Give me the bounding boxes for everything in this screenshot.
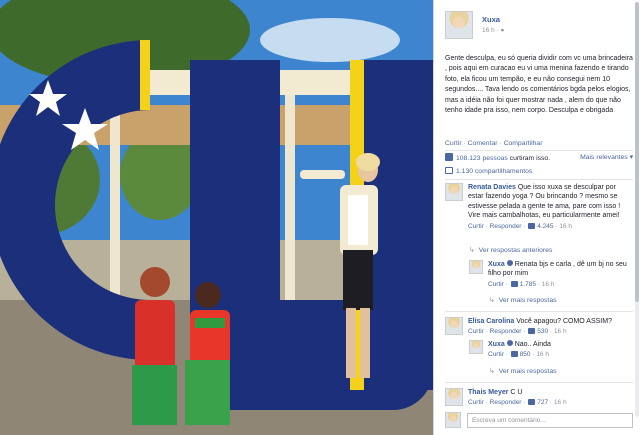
comment-like-link[interactable]: Curtir <box>468 399 484 406</box>
commenter-avatar[interactable] <box>445 183 463 201</box>
post-actions: Curtir · Comentar · Compartilhar <box>445 140 542 147</box>
relevance-dropdown[interactable]: Mais relevantes ▾ <box>580 153 633 161</box>
post-meta: 16 h · ● <box>482 27 505 34</box>
reply-likes[interactable]: 1.785 <box>520 281 536 288</box>
replier-name[interactable]: Xuxa <box>488 261 513 268</box>
comment-like-link[interactable]: Curtir <box>468 223 484 230</box>
comment-time[interactable]: 16 h <box>554 328 567 335</box>
comment-text: C U <box>510 389 523 396</box>
divider <box>445 150 633 151</box>
like-link[interactable]: Curtir <box>445 140 462 147</box>
thumbs-up-icon <box>510 351 518 358</box>
comment-input[interactable]: Escreva um comentário... <box>467 413 633 428</box>
thumbs-up-icon <box>528 222 536 229</box>
likes-row: 108.123 pessoas curtiram isso. Mais rele… <box>445 153 633 165</box>
more-replies-link[interactable]: Ver mais respostas <box>489 367 557 375</box>
commenter-name[interactable]: Elisa Carolina <box>468 318 514 325</box>
thumbs-up-icon <box>528 399 536 406</box>
comment-likes[interactable]: 4.245 <box>537 223 553 230</box>
commenter-name[interactable]: Thais Meyer <box>468 389 508 396</box>
more-replies-link[interactable]: Ver mais respostas <box>489 296 557 304</box>
comment-reply-link[interactable]: Responder <box>490 328 522 335</box>
comment-reply-link[interactable]: Responder <box>490 223 522 230</box>
post-header: Xuxa 16 h · ● <box>445 11 635 45</box>
shares-row: 1.130 compartilhamentos <box>445 167 532 175</box>
scrollbar[interactable] <box>635 2 639 417</box>
reply-footer: Curtir · 1.785 · 16 h <box>488 280 555 288</box>
thumbs-up-icon <box>445 153 453 161</box>
commenter-name[interactable]: Renata Davies <box>468 184 516 191</box>
author-name[interactable]: Xuxa <box>482 15 500 24</box>
photo-scene <box>0 0 433 435</box>
comment-composer: Escreva um comentário... <box>445 412 633 430</box>
previous-replies-link[interactable]: Ver respostas anteriores <box>469 246 553 254</box>
globe-icon: ● <box>500 27 505 34</box>
reply-time[interactable]: 16 h <box>542 281 555 288</box>
post-text: Gente desculpa, eu só queria dividir com… <box>445 55 633 115</box>
scrollbar-thumb[interactable] <box>635 2 639 302</box>
reply-text: Nao.. Ainda <box>514 341 551 348</box>
post-photo[interactable] <box>0 0 433 435</box>
comments-panel: Xuxa 16 h · ● Gente desculpa, eu só quer… <box>433 0 640 435</box>
reply-likes[interactable]: 850 <box>520 351 531 358</box>
comment-like-link[interactable]: Curtir <box>468 328 484 335</box>
comment-time[interactable]: 16 h <box>554 399 567 406</box>
comment-footer: Curtir · Responder · 530 · 16 h <box>468 328 567 336</box>
post-time[interactable]: 16 h <box>482 27 495 34</box>
reply-time[interactable]: 16 h <box>536 351 549 358</box>
reply-like-link[interactable]: Curtir <box>488 351 504 358</box>
commenter-avatar[interactable] <box>445 388 463 406</box>
replier-name[interactable]: Xuxa <box>488 341 513 348</box>
shares-count[interactable]: 1.130 compartilhamentos <box>456 168 532 175</box>
comment-footer: Curtir · Responder · 727 · 16 h <box>468 399 567 407</box>
comment-link[interactable]: Comentar <box>468 140 498 147</box>
reply-like-link[interactable]: Curtir <box>488 281 504 288</box>
share-link[interactable]: Compartilhar <box>504 140 543 147</box>
comment-reply-link[interactable]: Responder <box>490 399 522 406</box>
separator: · <box>499 140 502 147</box>
author-avatar[interactable] <box>445 11 473 39</box>
share-icon <box>445 167 453 174</box>
divider <box>445 179 633 180</box>
reply-footer: Curtir · 850 · 16 h <box>488 351 549 359</box>
replier-avatar[interactable] <box>469 260 483 274</box>
comment-likes[interactable]: 727 <box>537 399 548 406</box>
commenter-avatar[interactable] <box>445 317 463 335</box>
divider <box>445 382 633 383</box>
separator: · <box>463 140 466 147</box>
replier-avatar[interactable] <box>469 340 483 354</box>
comment-footer: Curtir · Responder · 4.245 · 16 h <box>468 222 572 230</box>
thumbs-up-icon <box>510 280 518 287</box>
thumbs-up-icon <box>528 328 536 335</box>
comment-time[interactable]: 16 h <box>559 223 572 230</box>
divider <box>445 311 633 312</box>
viewer-avatar <box>445 412 461 428</box>
comment-likes[interactable]: 530 <box>537 328 548 335</box>
comment-text: Você apagou? COMO ASSIM? <box>516 318 612 325</box>
likes-suffix: curtiram isso. <box>509 155 551 162</box>
likes-count[interactable]: 108.123 pessoas <box>456 155 508 162</box>
